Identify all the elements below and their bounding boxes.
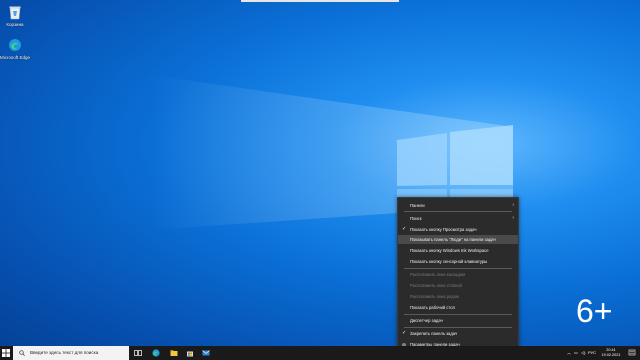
chevron-right-icon: › [512,202,514,208]
desktop-icon-label: Microsoft Edge [0,55,31,60]
file-explorer-icon[interactable] [170,349,178,357]
menu-separator [404,327,512,328]
taskbar: Введите здесь текст для поиска ︿ ▭ ◁) РУ… [0,346,640,360]
search-placeholder: Введите здесь текст для поиска [30,350,99,355]
menu-item-side-by-side: Расположить окна рядом [410,294,459,299]
volume-icon[interactable]: ◁) [581,346,585,360]
menu-item-toolbars[interactable]: Панели › [398,201,518,210]
menu-item-task-manager[interactable]: Диспетчер задач [398,316,518,325]
notification-center-icon[interactable] [628,349,636,357]
menu-separator [404,314,512,315]
menu-item-lock-taskbar[interactable]: ✓ Закрепить панель задач [398,329,518,338]
menu-item-show-people[interactable]: Показывать панель "Люди" на панели задач [398,235,518,244]
system-clock[interactable]: 20:41 19.02.2021 [598,348,624,358]
menu-separator [404,211,512,212]
search-icon [19,350,25,356]
edge-icon [8,37,22,53]
desktop-icon-recycle-bin[interactable]: Корзина [0,4,30,27]
clock-date: 19.02.2021 [601,353,621,357]
menu-item-stack-windows: Расположить окна стопкой [410,283,462,288]
taskbar-context-menu: Панели › Поиск › ✓ Показать кнопку Просм… [397,197,519,355]
checkmark-icon: ✓ [402,226,407,232]
desktop-icon-label: Корзина [6,22,24,27]
menu-item-cascade-windows: Расположить окна каскадом [410,272,465,277]
edge-icon[interactable] [152,349,160,357]
recycle-bin-icon [8,4,22,20]
menu-item-show-ink-workspace[interactable]: Показать кнопку Windows Ink Workspace [398,246,518,255]
checkmark-icon: ✓ [402,330,407,336]
top-window-edge [241,0,399,2]
store-icon[interactable] [186,349,194,357]
menu-item-show-desktop[interactable]: Показать рабочий стол [398,303,518,312]
menu-separator [404,268,512,269]
task-view-icon[interactable] [134,349,142,357]
network-icon[interactable]: ▭ [574,346,578,360]
windows-start-icon[interactable] [2,349,10,357]
desktop-icon-edge[interactable]: Microsoft Edge [0,37,30,60]
taskbar-search-box[interactable]: Введите здесь текст для поиска [13,346,129,360]
age-rating-badge: 6+ [576,293,613,329]
mail-icon[interactable] [202,349,210,357]
menu-item-show-task-view[interactable]: ✓ Показать кнопку Просмотра задач [398,225,518,234]
menu-item-show-touch-keyboard[interactable]: Показать кнопку сенсорной клавиатуры [398,257,518,266]
chevron-right-icon: › [512,215,514,221]
windows-logo-wallpaper [150,75,513,230]
show-hidden-icons-icon[interactable]: ︿ [567,346,571,360]
menu-item-search[interactable]: Поиск › [398,214,518,223]
language-indicator[interactable]: РУС [588,346,596,360]
